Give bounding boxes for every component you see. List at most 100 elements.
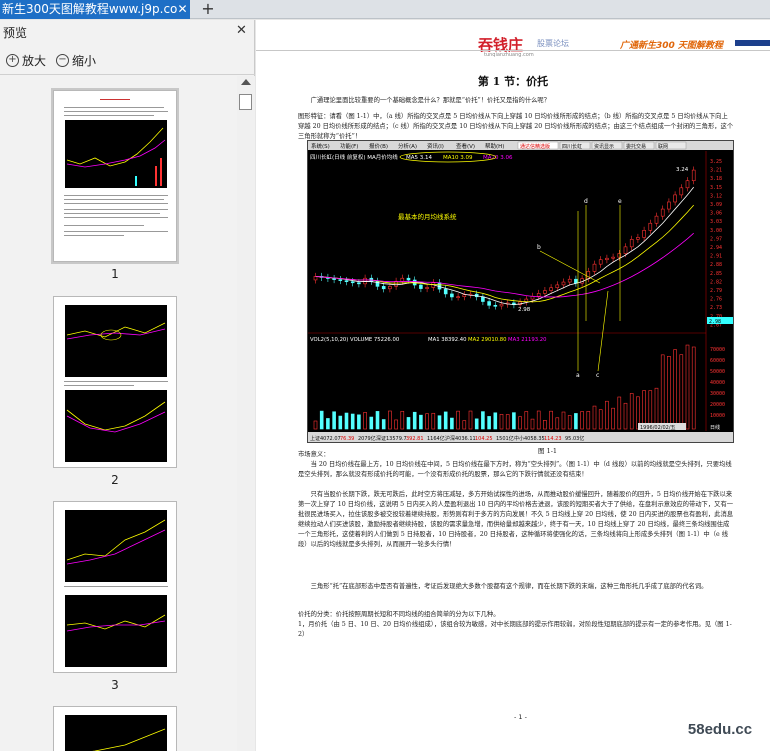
chart-candle bbox=[338, 279, 343, 281]
chart-stock-label: 四川长虹(日线 前复权) MA月价均线 bbox=[310, 153, 398, 161]
scroll-up-icon[interactable] bbox=[241, 79, 251, 85]
chart-candle bbox=[555, 284, 560, 289]
chart-candle bbox=[561, 281, 566, 286]
chart-volume-bar bbox=[381, 419, 386, 430]
chart-volume-bar bbox=[691, 346, 696, 430]
chart-volume-bar bbox=[319, 410, 324, 430]
close-tab-icon[interactable]: ✕ bbox=[175, 0, 190, 19]
chart-analysis-label-c: c bbox=[596, 372, 599, 379]
chart-candle bbox=[623, 246, 628, 254]
chart-status-item: 95.03亿 bbox=[565, 435, 584, 442]
chart-candle bbox=[400, 277, 405, 282]
chart-menu-button-label: 委托交易 bbox=[626, 143, 646, 150]
pdf-viewer: 新生300天图解教程www.j9p.co ✕ + 预览 ✕ + 放大 − 缩小 bbox=[0, 0, 770, 751]
chart-analysis-label-d: d bbox=[584, 198, 588, 205]
chart-volume-bar bbox=[536, 410, 541, 430]
sidebar-title: 预览 bbox=[3, 26, 28, 40]
chart-price-tick: 3.25 bbox=[710, 159, 722, 165]
chart-status-item: 上证4072.07 bbox=[310, 435, 341, 442]
chart-volume-bar bbox=[617, 396, 622, 430]
chart-candle bbox=[350, 281, 355, 284]
page-thumbnail-3[interactable] bbox=[53, 501, 177, 673]
tab-bar: 新生300天图解教程www.j9p.co ✕ + bbox=[0, 0, 770, 19]
document-tab-title: 新生300天图解教程www.j9p.co bbox=[2, 2, 178, 16]
thumb-text-line bbox=[64, 217, 168, 218]
thumb-text-line bbox=[64, 385, 134, 386]
chart-price-tick: 3.06 bbox=[710, 211, 722, 217]
chart-volume-bar bbox=[623, 402, 628, 430]
chart-analysis-label-a: a bbox=[576, 372, 580, 379]
chart-menu-button-label: 资讯显示 bbox=[594, 143, 614, 150]
chart-candle bbox=[536, 293, 541, 297]
zoom-in-button[interactable]: + 放大 bbox=[6, 51, 46, 69]
thumb-text-line bbox=[64, 195, 168, 196]
classify-item-1: 1，月价托（由 5 日、10 日、20 日均价线组成），该组合较为敏感，对中长期… bbox=[298, 621, 732, 638]
chart-volume-bar bbox=[474, 418, 479, 430]
preview-sidebar: 预览 ✕ + 放大 − 缩小 1 2 3 bbox=[0, 20, 255, 751]
chart-day-label: 日线 bbox=[710, 424, 720, 431]
chart-volume-bar bbox=[431, 412, 436, 430]
thumb-text-line bbox=[64, 199, 164, 200]
zoom-out-button[interactable]: − 缩小 bbox=[56, 51, 96, 69]
chart-volume-bar bbox=[468, 410, 473, 430]
chart-candle bbox=[648, 222, 653, 231]
chart-volume-bar bbox=[493, 412, 498, 430]
thumbnail-scrollbar[interactable] bbox=[237, 76, 255, 751]
chart-volume-bar bbox=[394, 419, 398, 430]
site-logo-url: tunqianzhuang.com bbox=[484, 52, 534, 58]
chart-candle bbox=[425, 287, 429, 289]
sidebar-close-icon[interactable]: ✕ bbox=[236, 23, 247, 38]
chart-last-price: 2.98 bbox=[709, 319, 721, 325]
site-logo-subtitle: 股票论坛 bbox=[537, 39, 569, 48]
watermark: 58edu.cc bbox=[672, 712, 768, 748]
chart-candle bbox=[691, 169, 696, 182]
thumb-text-line bbox=[64, 111, 168, 112]
chart-menu-button-label: 联网 bbox=[658, 143, 668, 150]
chart-volume-bar bbox=[629, 393, 634, 430]
chart-volume-bar bbox=[574, 413, 578, 430]
chart-status-item: 76.39 bbox=[340, 436, 354, 442]
page-thumbnail-1[interactable] bbox=[51, 88, 179, 264]
chart-status-item: 114.23 bbox=[544, 436, 562, 442]
chart-price-tick: 3.09 bbox=[710, 202, 722, 208]
chart-status-item: 沪深4036.11 bbox=[445, 435, 476, 442]
chart-candle bbox=[574, 278, 578, 284]
chart-volume-bar bbox=[425, 413, 429, 430]
chart-volume-bar bbox=[462, 420, 467, 430]
chart-candle bbox=[487, 301, 491, 306]
chart-status-item: 1501亿 bbox=[496, 435, 514, 442]
chart-price-tick: 3.21 bbox=[710, 168, 722, 174]
thumb-chart bbox=[65, 390, 167, 462]
intro-paragraph: 广通理论里面比较重要的一个基础概念是什么？那就是“价托”！价托又是指的什么呢？ bbox=[310, 97, 551, 104]
chart-ma5-line bbox=[315, 186, 695, 306]
thumb-text-line bbox=[64, 115, 154, 116]
chart-volume-bar bbox=[611, 407, 615, 430]
document-view: 吞钱庄 股票论坛 tunqianzhuang.com 广通新生300 天图解教程… bbox=[256, 20, 770, 751]
chart-price-tick: 2.73 bbox=[710, 305, 722, 311]
chart-candle bbox=[419, 284, 423, 289]
scrollbar-thumb[interactable] bbox=[239, 94, 252, 110]
chart-vol-tick: 70000 bbox=[710, 347, 725, 353]
chart-menu-item: 资讯(I) bbox=[427, 142, 444, 150]
chart-volume-bar bbox=[673, 349, 677, 430]
page-thumbnail-4[interactable] bbox=[53, 706, 177, 751]
chart-volume-bar bbox=[437, 415, 442, 430]
chart-menu-item: 帮助(H) bbox=[485, 142, 504, 150]
chart-price-tick: 3.12 bbox=[710, 193, 722, 199]
stock-chart: 系统(S) 功能(F) 报价(B) 分析(A) 资讯(I) 查看(V) 帮助(H) 通达信精选… bbox=[307, 140, 734, 443]
chart-price-tick: 2.88 bbox=[710, 262, 722, 268]
chart-menu-button-label: 通达信精选版 bbox=[520, 143, 550, 150]
chart-volume-bar bbox=[549, 410, 553, 430]
chart-candle bbox=[605, 257, 609, 261]
chart-volume-bar bbox=[567, 415, 572, 430]
chart-volume-bar bbox=[555, 417, 560, 430]
document-tab[interactable]: 新生300天图解教程www.j9p.co bbox=[0, 0, 190, 19]
chart-candle bbox=[685, 180, 690, 189]
chart-status-item: 392.81 bbox=[406, 436, 424, 442]
chart-candle bbox=[629, 238, 634, 248]
page-thumbnail-2[interactable] bbox=[53, 296, 177, 468]
page-number-3: 3 bbox=[111, 678, 119, 692]
chart-analysis-line-c bbox=[597, 290, 609, 372]
new-tab-button[interactable]: + bbox=[200, 0, 216, 19]
chart-ma10-line bbox=[315, 204, 694, 303]
